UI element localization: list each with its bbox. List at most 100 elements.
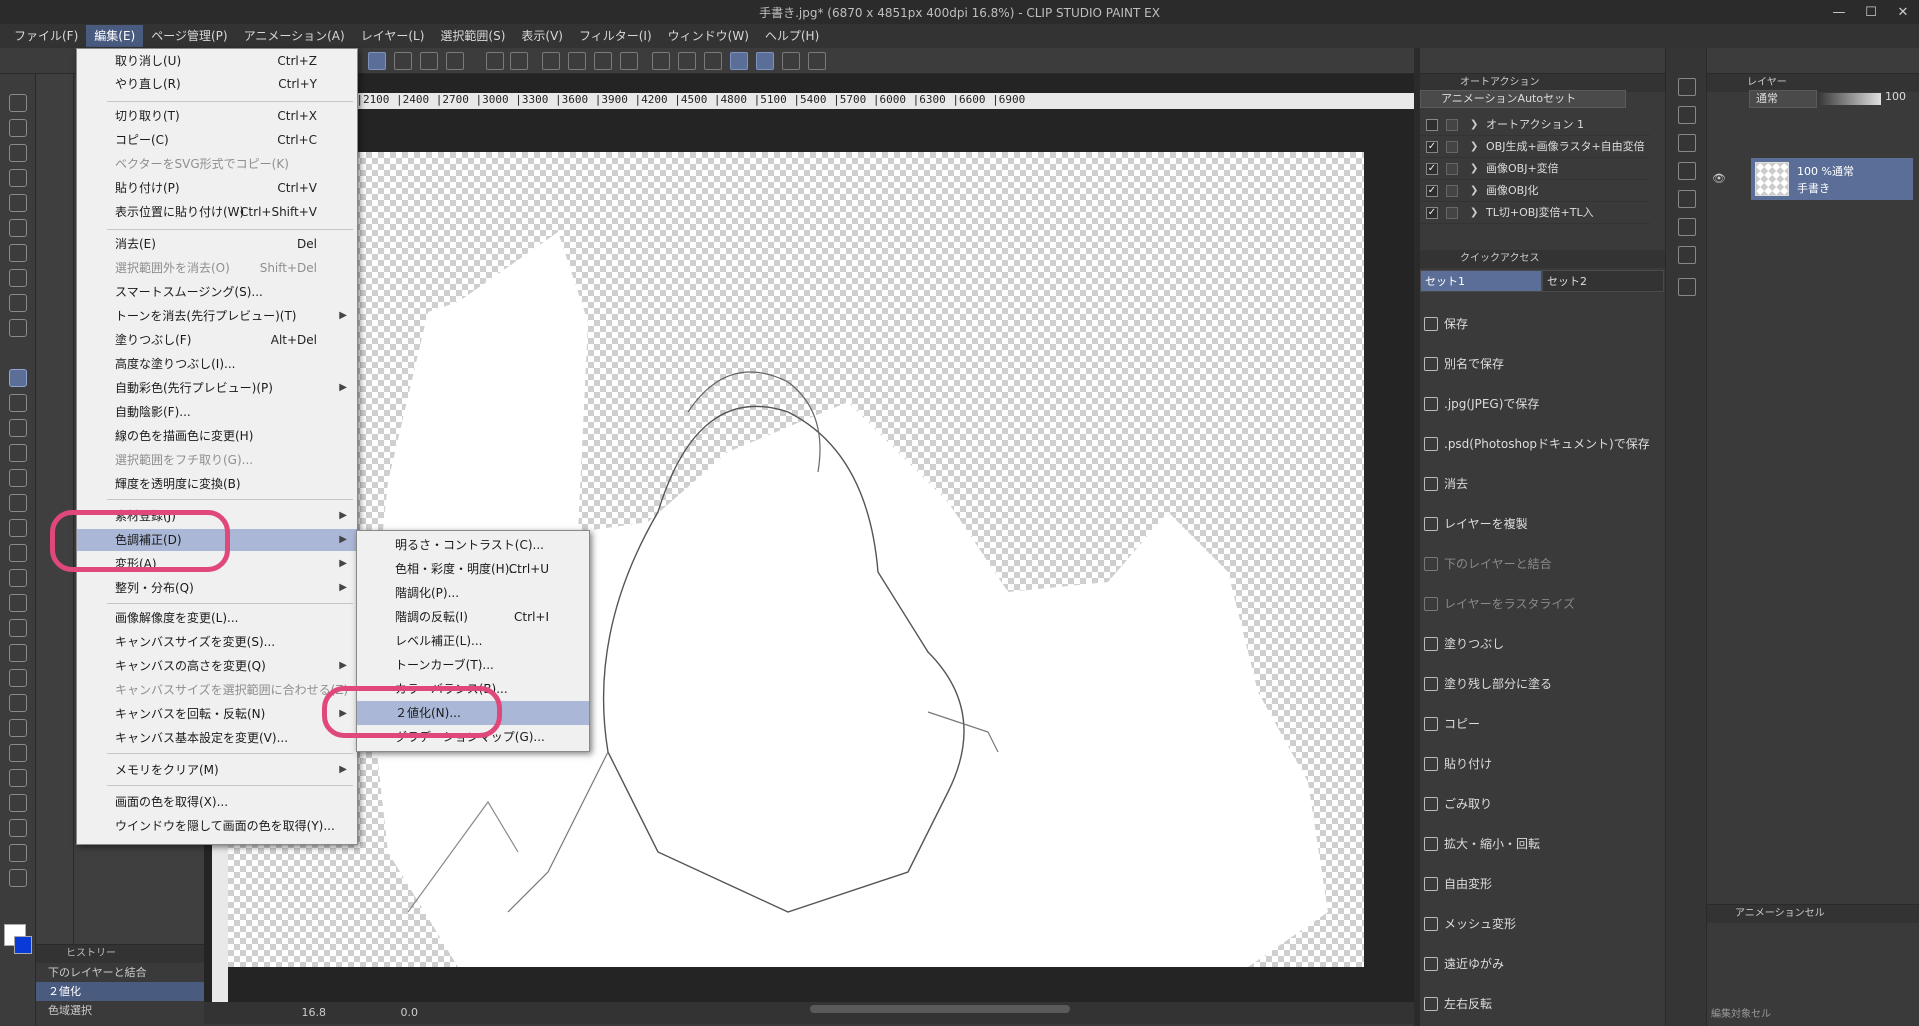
deselect-icon[interactable] (542, 52, 560, 70)
submenu-item-brightness-contrast[interactable]: 明るさ・コントラスト(C)... (357, 533, 589, 557)
opacity-slider[interactable] (1819, 93, 1881, 105)
tab-set1[interactable]: セット1 (1420, 270, 1542, 292)
menu-item-auto-color[interactable]: 自動彩色(先行プレビュー)(P) ▶ (77, 377, 357, 399)
checkbox[interactable]: ✓ (1426, 185, 1438, 197)
quick-paste[interactable]: 貼り付け (1420, 744, 1652, 784)
fill-selection-icon[interactable] (594, 52, 612, 70)
zoom-icon[interactable] (9, 394, 27, 412)
menu-layer[interactable]: レイヤー(L) (353, 25, 433, 47)
menu-item-clear[interactable]: 消去(E) Del (77, 233, 357, 255)
dialog-toggle[interactable] (1446, 119, 1458, 131)
auto-action-row[interactable]: ❯ オートアクション 1 (1420, 114, 1650, 136)
menu-item-clear-memory[interactable]: メモリをクリア(M) ▶ (77, 759, 357, 781)
quick-fill[interactable]: 塗りつぶし (1420, 624, 1652, 664)
quick-access-title[interactable]: クイックアクセス (1420, 250, 1665, 268)
balloon-icon[interactable] (9, 619, 27, 637)
checkbox[interactable]: ✓ (1426, 207, 1438, 219)
layer-name[interactable]: 手書き (1797, 180, 1830, 196)
pen-icon[interactable] (9, 144, 27, 162)
menu-item-luminance-to-opacity[interactable]: 輝度を透明度に変換(B) (77, 473, 357, 495)
vector-icon[interactable] (9, 819, 27, 837)
airbrush-icon[interactable] (9, 219, 27, 237)
maximize-button[interactable]: ☐ (1855, 0, 1887, 24)
history-row[interactable]: 下のレイヤーと結合 (36, 963, 204, 982)
expand-icon[interactable]: ❯ (1470, 136, 1478, 158)
quick-perspective[interactable]: 遠近ゆがみ (1420, 944, 1652, 984)
transform-icon[interactable] (620, 52, 638, 70)
horizontal-scrollbar[interactable] (810, 1005, 1070, 1013)
menu-item-canvas-settings[interactable]: キャンバス基本設定を変更(V)... (77, 727, 357, 749)
menu-edit[interactable]: 編集(E) (86, 25, 144, 47)
quick-save-as[interactable]: 別名で保存 (1420, 344, 1652, 384)
grid-icon[interactable] (652, 52, 670, 70)
layer-property-icon[interactable] (1678, 162, 1696, 180)
zoom-value[interactable]: 16.8 (286, 1006, 327, 1019)
menu-item-auto-shadow[interactable]: 自動陰影(F)... (77, 401, 357, 423)
dialog-toggle[interactable] (1446, 141, 1458, 153)
menu-item-canvas-height[interactable]: キャンバスの高さを変更(Q) ▶ (77, 655, 357, 677)
menu-help[interactable]: ヘルプ(H) (757, 25, 827, 47)
dialog-toggle[interactable] (1446, 207, 1458, 219)
quick-clear[interactable]: 消去 (1420, 464, 1652, 504)
menu-animation[interactable]: アニメーション(A) (236, 25, 353, 47)
quick-flip-horizontal[interactable]: 左右反転 (1420, 984, 1652, 1024)
hand-tool-icon[interactable] (368, 52, 386, 70)
sub-color-swatch[interactable] (14, 936, 32, 954)
quick-copy[interactable]: コピー (1420, 704, 1652, 744)
menu-selection[interactable]: 選択範囲(S) (432, 25, 513, 47)
help-icon[interactable] (808, 52, 826, 70)
hand-icon[interactable] (9, 369, 27, 387)
auto-action-row[interactable]: ✓ ❯ OBJ生成+画像ラスタ+自由変倍 (1420, 136, 1650, 158)
correct-line-icon[interactable] (9, 869, 27, 887)
menu-item-border-selection[interactable]: 選択範囲をフチ取り(G)... (77, 449, 357, 471)
line-icon[interactable] (9, 519, 27, 537)
gradient-icon[interactable] (9, 719, 27, 737)
history-row[interactable]: 色域選択 (36, 1001, 204, 1020)
ruler-icon[interactable] (678, 52, 696, 70)
auto-action-row[interactable]: ✓ ❯ TL切+OBJ変倍+TL入 (1420, 202, 1650, 224)
menu-item-remove-tone[interactable]: トーンを消去(先行プレビュー)(T) ▶ (77, 305, 357, 327)
submenu-item-hue-saturation[interactable]: 色相・彩度・明度(H)... Ctrl+U (357, 557, 589, 581)
menu-page[interactable]: ページ管理(P) (143, 25, 235, 47)
menu-filter[interactable]: フィルター(I) (571, 25, 660, 47)
auto-action-row[interactable]: ✓ ❯ 画像OBJ化 (1420, 180, 1650, 202)
menu-item-obtain-screen-color[interactable]: 画面の色を取得(X)... (77, 791, 357, 813)
blend-mode-select[interactable]: 通常 (1749, 90, 1817, 108)
blend-icon[interactable] (9, 269, 27, 287)
brush-icon[interactable] (9, 194, 27, 212)
history-row[interactable]: ２値化 (36, 982, 204, 1001)
menu-item-canvas-fit-selection[interactable]: キャンバスサイズを選択範囲に合わせる(Z) (77, 679, 357, 701)
ellipse-icon[interactable] (9, 644, 27, 662)
navigator-icon[interactable] (1678, 78, 1696, 96)
menu-item-smart-smoothing[interactable]: スマートスムージング(S)... (77, 281, 357, 303)
quick-scale-rotate[interactable]: 拡大・縮小・回転 (1420, 824, 1652, 864)
menu-item-hide-window-obtain-color[interactable]: ウインドウを隠して画面の色を取得(Y)... (77, 815, 357, 837)
text-icon[interactable] (9, 844, 27, 862)
snap-grid-icon[interactable] (782, 52, 800, 70)
history-tab[interactable]: ヒストリー (36, 945, 204, 963)
minimize-button[interactable]: — (1823, 0, 1855, 24)
layer-row[interactable]: 100 %通常 手書き (1751, 158, 1913, 200)
dialog-toggle[interactable] (1446, 163, 1458, 175)
move-layer-icon[interactable] (9, 444, 27, 462)
search-layer-icon[interactable] (1678, 246, 1696, 264)
download-icon[interactable] (1678, 218, 1696, 236)
menu-item-undo[interactable]: 取り消し(U) Ctrl+Z (77, 50, 357, 72)
menu-item-rotate-canvas[interactable]: キャンバスを回転・反転(N) ▶ (77, 703, 357, 725)
quick-dust-removal[interactable]: ごみ取り (1420, 784, 1652, 824)
menu-item-paste[interactable]: 貼り付け(P) Ctrl+V (77, 177, 357, 199)
auto-action-set-select[interactable]: アニメーションAutoセット (1420, 90, 1626, 108)
ruler-tool-icon[interactable] (9, 544, 27, 562)
menu-item-paste-in-place[interactable]: 表示位置に貼り付け(W) Ctrl+Shift+V (77, 201, 357, 223)
guide-icon[interactable] (704, 52, 722, 70)
quick-free-transform[interactable]: 自由変形 (1420, 864, 1652, 904)
menu-item-canvas-size[interactable]: キャンバスサイズを変更(S)... (77, 631, 357, 653)
sub-view-icon[interactable] (1678, 106, 1696, 124)
expand-icon[interactable]: ❯ (1470, 158, 1478, 180)
menu-window[interactable]: ウィンドウ(W) (660, 25, 757, 47)
submenu-item-tone-curve[interactable]: トーンカーブ(T)... (357, 653, 589, 677)
panel-frame-icon[interactable] (9, 794, 27, 812)
menu-item-copy[interactable]: コピー(C) Ctrl+C (77, 129, 357, 151)
quick-merge-down[interactable]: 下のレイヤーと結合 (1420, 544, 1652, 584)
quick-rasterize[interactable]: レイヤーをラスタライズ (1420, 584, 1652, 624)
